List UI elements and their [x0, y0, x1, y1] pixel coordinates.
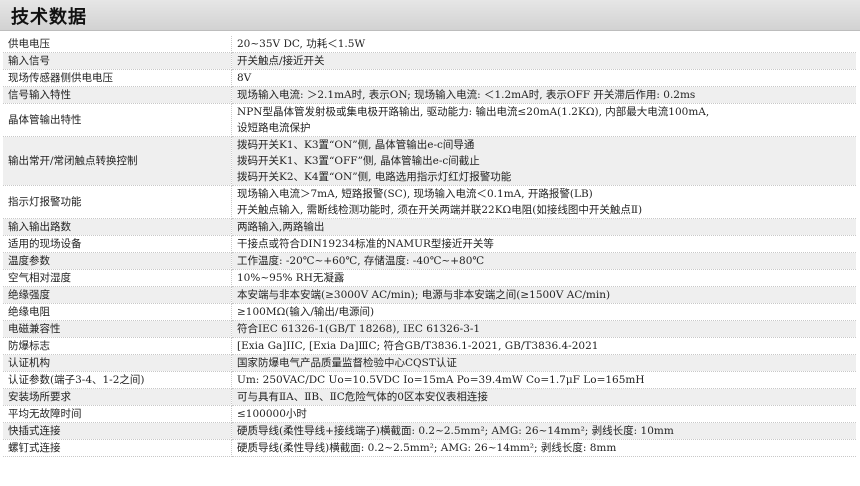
spec-row: 螺钉式连接 硬质导线(柔性导线)横截面: 0.2~2.5mm²; AMG: 26~…: [3, 439, 856, 457]
spec-row: 空气相对湿度 10%~95% RH无凝露: [3, 269, 856, 287]
spec-value-line: 现场输入电流＞7mA, 短路报警(SC), 现场输入电流＜0.1mA, 开路报警…: [237, 188, 593, 200]
section-header: 技术数据: [0, 0, 860, 31]
spec-value-line: 两路输入,两路输出: [237, 221, 325, 233]
spec-key: 输入输出路数: [3, 218, 232, 236]
spec-key: 绝缘电阻: [3, 303, 232, 321]
spec-value: ≥100MΩ(输入/输出/电源间): [231, 303, 856, 321]
spec-value: 硬质导线(柔性导线)横截面: 0.2~2.5mm²; AMG: 26~14mm²…: [231, 439, 856, 457]
spec-table-body: 供电电压 20~35V DC, 功耗＜1.5W 输入信号 开关触点/接近开关 现场传感器…: [3, 36, 856, 457]
spec-value-line: 设短路电流保护: [237, 122, 311, 134]
spec-row: 指示灯报警功能 现场输入电流＞7mA, 短路报警(SC), 现场输入电流＜0.1m…: [3, 185, 856, 219]
spec-key: 绝缘强度: [3, 286, 232, 304]
spec-value-line: 10%~95% RH无凝露: [237, 272, 345, 284]
spec-key: 现场传感器侧供电电压: [3, 69, 232, 87]
spec-row: 输出常开/常闭触点转换控制 拨码开关K1、K3置“ON”侧, 晶体管输出e-c间导…: [3, 136, 856, 186]
spec-value-line: 20~35V DC, 功耗＜1.5W: [237, 38, 366, 50]
spec-value: [Exia Ga]IIC, [Exia Da]ⅢC; 符合GB/T3836.1-…: [231, 337, 856, 355]
spec-value: 干接点或符合DIN19234标准的NAMUR型接近开关等: [231, 235, 856, 253]
spec-key: 输入信号: [3, 52, 232, 70]
spec-value-line: 拨码开关K1、K3置“ON”侧, 晶体管输出e-c间导通: [237, 139, 475, 151]
spec-value: 拨码开关K1、K3置“ON”侧, 晶体管输出e-c间导通 拨码开关K1、K3置“O…: [231, 136, 856, 186]
spec-value-line: 工作温度: -20℃~+60℃, 存储温度: -40℃~+80℃: [237, 255, 485, 267]
spec-value: 硬质导线(柔性导线+接线端子)横截面: 0.2~2.5mm²; AMG: 26~…: [231, 422, 856, 440]
spec-value-line: 开关触点/接近开关: [237, 55, 325, 67]
spec-value-line: 干接点或符合DIN19234标准的NAMUR型接近开关等: [237, 238, 494, 250]
spec-key: 电磁兼容性: [3, 320, 232, 338]
spec-value: 国家防爆电气产品质量监督检验中心CQST认证: [231, 354, 856, 372]
spec-row: 认证机构 国家防爆电气产品质量监督检验中心CQST认证: [3, 354, 856, 372]
spec-value-line: 国家防爆电气产品质量监督检验中心CQST认证: [237, 357, 457, 369]
spec-key: 平均无故障时间: [3, 405, 232, 423]
spec-value-line: 拨码开关K2、K4置“ON”侧, 电路选用指示灯红灯报警功能: [237, 171, 512, 183]
spec-value: 现场输入电流: ＞2.1mA时, 表示ON; 现场输入电流: ＜1.2mA时, …: [231, 86, 856, 104]
section-title: 技术数据: [11, 7, 87, 28]
spec-value: 两路输入,两路输出: [231, 218, 856, 236]
spec-key: 安装场所要求: [3, 388, 232, 406]
spec-table: 供电电压 20~35V DC, 功耗＜1.5W 输入信号 开关触点/接近开关 现场传感器…: [3, 36, 856, 457]
spec-value: ≤100000小时: [231, 405, 856, 423]
spec-key: 供电电压: [3, 36, 232, 53]
spec-row: 安装场所要求 可与具有ⅡA、ⅡB、ⅡC危险气体的0区本安仪表相连接: [3, 388, 856, 406]
spec-value-line: 开关触点输入, 需断线检测功能时, 须在开关两端并联22KΩ电阻(如接线图中开关…: [237, 204, 643, 216]
spec-value: 10%~95% RH无凝露: [231, 269, 856, 287]
spec-row: 供电电压 20~35V DC, 功耗＜1.5W: [3, 36, 856, 53]
spec-value-line: 8V: [237, 72, 252, 84]
spec-value-line: [Exia Ga]IIC, [Exia Da]ⅢC; 符合GB/T3836.1-…: [237, 340, 599, 352]
spec-row: 温度参数 工作温度: -20℃~+60℃, 存储温度: -40℃~+80℃: [3, 252, 856, 270]
spec-key: 认证机构: [3, 354, 232, 372]
spec-row: 信号输入特性 现场输入电流: ＞2.1mA时, 表示ON; 现场输入电流: ＜1.…: [3, 86, 856, 104]
spec-value: 现场输入电流＞7mA, 短路报警(SC), 现场输入电流＜0.1mA, 开路报警…: [231, 185, 856, 219]
spec-value: 可与具有ⅡA、ⅡB、ⅡC危险气体的0区本安仪表相连接: [231, 388, 856, 406]
spec-row: 防爆标志 [Exia Ga]IIC, [Exia Da]ⅢC; 符合GB/T383…: [3, 337, 856, 355]
spec-value: 20~35V DC, 功耗＜1.5W: [231, 36, 856, 53]
spec-value: 符合IEC 61326-1(GB/T 18268), IEC 61326-3-1: [231, 320, 856, 338]
spec-key: 信号输入特性: [3, 86, 232, 104]
spec-key: 晶体管输出特性: [3, 103, 232, 137]
spec-row: 输入信号 开关触点/接近开关: [3, 52, 856, 70]
spec-value-line: 可与具有ⅡA、ⅡB、ⅡC危险气体的0区本安仪表相连接: [237, 391, 488, 403]
spec-row: 认证参数(端子3-4、1-2之间) Um: 250VAC/DC Uo=10.5VD…: [3, 371, 856, 389]
spec-value: 8V: [231, 69, 856, 87]
spec-key: 认证参数(端子3-4、1-2之间): [3, 371, 232, 389]
spec-value: 开关触点/接近开关: [231, 52, 856, 70]
spec-row: 现场传感器侧供电电压 8V: [3, 69, 856, 87]
spec-key: 输出常开/常闭触点转换控制: [3, 136, 232, 186]
spec-value-line: Um: 250VAC/DC Uo=10.5VDC Io=15mA Po=39.4…: [237, 374, 645, 386]
spec-row: 绝缘电阻 ≥100MΩ(输入/输出/电源间): [3, 303, 856, 321]
spec-value: NPN型晶体管发射极或集电极开路输出, 驱动能力: 输出电流≤20mA(1.2K…: [231, 103, 856, 137]
spec-value: 工作温度: -20℃~+60℃, 存储温度: -40℃~+80℃: [231, 252, 856, 270]
spec-value-line: 拨码开关K1、K3置“OFF”侧, 晶体管输出e-c间截止: [237, 155, 480, 167]
spec-key: 温度参数: [3, 252, 232, 270]
spec-value-line: 硬质导线(柔性导线+接线端子)横截面: 0.2~2.5mm²; AMG: 26~…: [237, 425, 674, 437]
spec-key: 空气相对湿度: [3, 269, 232, 287]
spec-key: 适用的现场设备: [3, 235, 232, 253]
spec-row: 电磁兼容性 符合IEC 61326-1(GB/T 18268), IEC 6132…: [3, 320, 856, 338]
spec-value-line: ≥100MΩ(输入/输出/电源间): [237, 306, 375, 318]
spec-key: 螺钉式连接: [3, 439, 232, 457]
spec-value: 本安端与非本安端(≥3000V AC/min); 电源与非本安端之间(≥1500…: [231, 286, 856, 304]
spec-value-line: 硬质导线(柔性导线)横截面: 0.2~2.5mm²; AMG: 26~14mm²…: [237, 442, 617, 454]
spec-value-line: 符合IEC 61326-1(GB/T 18268), IEC 61326-3-1: [237, 323, 481, 335]
spec-value-line: ≤100000小时: [237, 408, 307, 420]
spec-row: 平均无故障时间 ≤100000小时: [3, 405, 856, 423]
spec-row: 输入输出路数 两路输入,两路输出: [3, 218, 856, 236]
spec-value-line: 本安端与非本安端(≥3000V AC/min); 电源与非本安端之间(≥1500…: [237, 289, 611, 301]
spec-key: 指示灯报警功能: [3, 185, 232, 219]
spec-row: 快插式连接 硬质导线(柔性导线+接线端子)横截面: 0.2~2.5mm²; AMG…: [3, 422, 856, 440]
spec-key: 防爆标志: [3, 337, 232, 355]
spec-value-line: 现场输入电流: ＞2.1mA时, 表示ON; 现场输入电流: ＜1.2mA时, …: [237, 89, 696, 101]
spec-value-line: NPN型晶体管发射极或集电极开路输出, 驱动能力: 输出电流≤20mA(1.2K…: [237, 106, 710, 118]
spec-row: 晶体管输出特性 NPN型晶体管发射极或集电极开路输出, 驱动能力: 输出电流≤20…: [3, 103, 856, 137]
spec-row: 适用的现场设备 干接点或符合DIN19234标准的NAMUR型接近开关等: [3, 235, 856, 253]
spec-row: 绝缘强度 本安端与非本安端(≥3000V AC/min); 电源与非本安端之间(≥…: [3, 286, 856, 304]
spec-value: Um: 250VAC/DC Uo=10.5VDC Io=15mA Po=39.4…: [231, 371, 856, 389]
spec-key: 快插式连接: [3, 422, 232, 440]
